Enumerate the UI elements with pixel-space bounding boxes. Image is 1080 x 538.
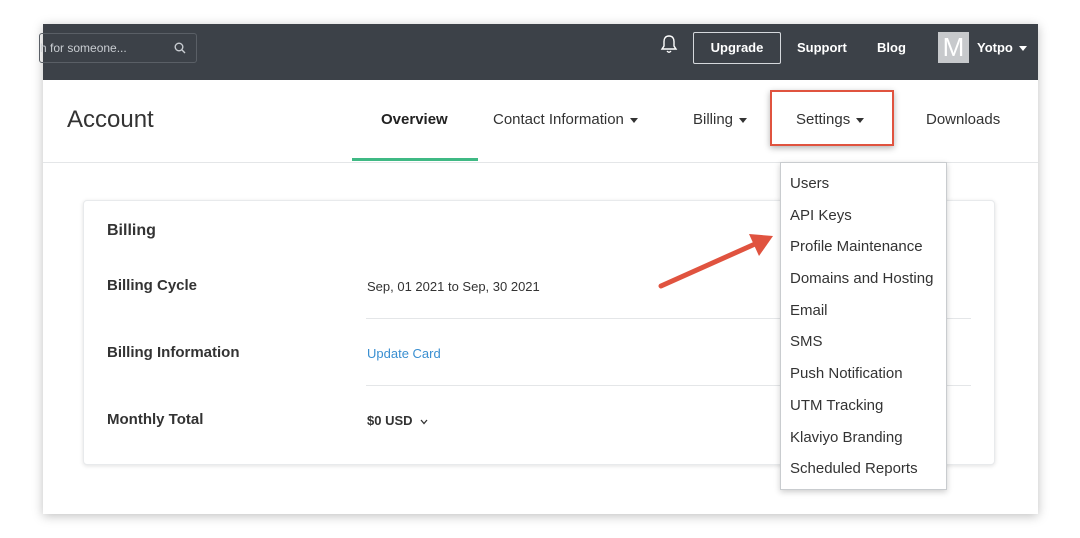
menu-item-profile-maintenance[interactable]: Profile Maintenance bbox=[790, 238, 923, 255]
tab-contact-information-label: Contact Information bbox=[493, 111, 624, 128]
menu-item-api-keys[interactable]: API Keys bbox=[790, 207, 852, 224]
tab-contact-information[interactable]: Contact Information bbox=[493, 111, 638, 128]
monthly-total-label: Monthly Total bbox=[107, 411, 204, 428]
update-card-link[interactable]: Update Card bbox=[367, 346, 441, 361]
page-title: Account bbox=[67, 106, 154, 133]
monthly-total-amount: $0 USD bbox=[367, 413, 413, 428]
tab-overview[interactable]: Overview bbox=[381, 111, 448, 128]
tab-settings[interactable]: Settings bbox=[796, 111, 865, 128]
avatar[interactable]: M bbox=[938, 32, 969, 63]
blog-link[interactable]: Blog bbox=[877, 40, 906, 55]
billing-cycle-label: Billing Cycle bbox=[107, 277, 198, 294]
chevron-down-icon bbox=[739, 117, 748, 123]
settings-dropdown-menu: Users API Keys Profile Maintenance Domai… bbox=[780, 162, 947, 490]
billing-cycle-value: Sep, 01 2021 to Sep, 30 2021 bbox=[367, 279, 540, 294]
notification-bell-icon[interactable] bbox=[660, 34, 678, 54]
menu-item-users[interactable]: Users bbox=[790, 175, 829, 192]
chevron-down-icon bbox=[420, 419, 428, 425]
support-link[interactable]: Support bbox=[797, 40, 847, 55]
tab-billing[interactable]: Billing bbox=[693, 111, 748, 128]
user-name: Yotpo bbox=[977, 40, 1013, 55]
menu-item-domains-and-hosting[interactable]: Domains and Hosting bbox=[790, 270, 933, 287]
search-input[interactable]: h for someone... bbox=[39, 33, 197, 63]
search-icon bbox=[174, 42, 186, 54]
user-menu[interactable]: Yotpo bbox=[977, 40, 1027, 55]
chevron-down-icon bbox=[629, 117, 638, 123]
top-navbar: h for someone... Upgrade Support Blog M … bbox=[39, 24, 1038, 80]
app-window: h for someone... Upgrade Support Blog M … bbox=[39, 24, 1038, 514]
chevron-down-icon bbox=[1018, 46, 1027, 52]
pointer-arrow-annotation bbox=[658, 234, 773, 289]
menu-item-scheduled-reports[interactable]: Scheduled Reports bbox=[790, 460, 918, 477]
monthly-total-value[interactable]: $0 USD bbox=[367, 413, 428, 428]
menu-item-utm-tracking[interactable]: UTM Tracking bbox=[790, 397, 883, 414]
search-placeholder: h for someone... bbox=[40, 41, 127, 55]
chevron-down-icon bbox=[856, 117, 865, 123]
menu-item-klaviyo-branding[interactable]: Klaviyo Branding bbox=[790, 429, 903, 446]
menu-item-sms[interactable]: SMS bbox=[790, 333, 823, 350]
active-tab-indicator bbox=[352, 158, 478, 161]
billing-information-label: Billing Information bbox=[107, 344, 240, 361]
tab-billing-label: Billing bbox=[693, 111, 734, 128]
account-header: Account Overview Contact Information Bil… bbox=[43, 80, 1038, 163]
billing-card-title: Billing bbox=[107, 222, 156, 239]
menu-item-push-notification[interactable]: Push Notification bbox=[790, 365, 903, 382]
upgrade-button[interactable]: Upgrade bbox=[693, 32, 781, 64]
menu-item-email[interactable]: Email bbox=[790, 302, 828, 319]
tab-downloads[interactable]: Downloads bbox=[926, 111, 1000, 128]
tab-settings-label: Settings bbox=[796, 111, 851, 128]
